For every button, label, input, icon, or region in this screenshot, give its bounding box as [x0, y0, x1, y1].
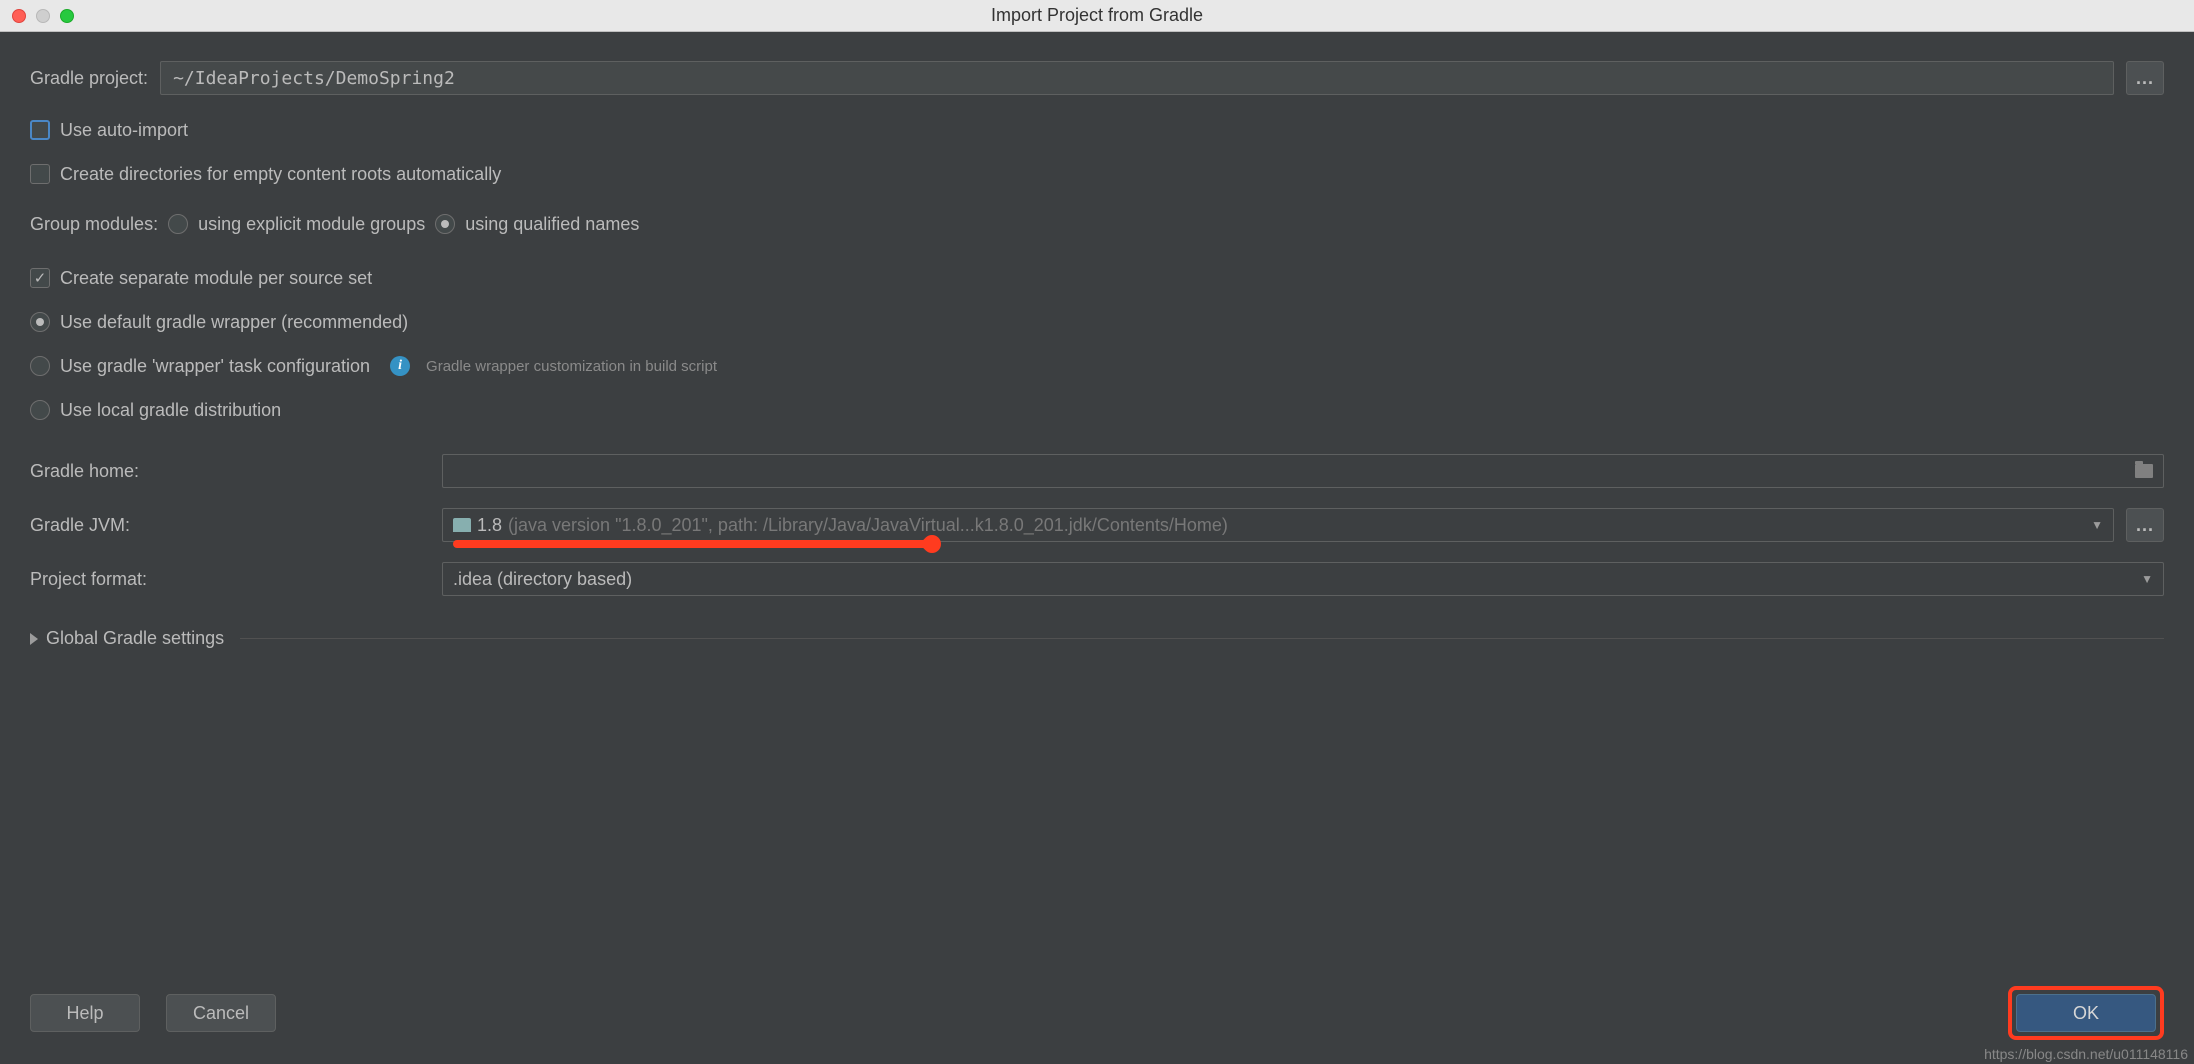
zoom-window-button[interactable]	[60, 9, 74, 23]
group-explicit-label: using explicit module groups	[198, 214, 425, 235]
annotation-highlight: OK	[2008, 986, 2164, 1040]
info-icon[interactable]: i	[390, 356, 410, 376]
wrapper-local-radio[interactable]	[30, 400, 50, 420]
create-dirs-checkbox[interactable]	[30, 164, 50, 184]
wrapper-task-radio[interactable]	[30, 356, 50, 376]
gradle-jvm-combo[interactable]: 1.8 (java version "1.8.0_201", path: /Li…	[442, 508, 2114, 542]
traffic-lights	[12, 9, 74, 23]
auto-import-label: Use auto-import	[60, 120, 188, 141]
group-qualified-radio[interactable]	[435, 214, 455, 234]
global-gradle-settings-toggle[interactable]: Global Gradle settings	[30, 628, 2164, 649]
ok-button[interactable]: OK	[2016, 994, 2156, 1032]
wrapper-local-label: Use local gradle distribution	[60, 400, 281, 421]
gradle-project-input[interactable]	[160, 61, 2114, 95]
group-modules-label: Group modules:	[30, 214, 158, 235]
separate-module-checkbox[interactable]	[30, 268, 50, 288]
gradle-jvm-label: Gradle JVM:	[30, 515, 430, 536]
gradle-jvm-browse-button[interactable]: ...	[2126, 508, 2164, 542]
global-gradle-settings-label: Global Gradle settings	[46, 628, 224, 649]
disclosure-triangle-icon	[30, 633, 38, 645]
titlebar[interactable]: Import Project from Gradle	[0, 0, 2194, 32]
project-format-value: .idea (directory based)	[453, 569, 632, 590]
separator	[240, 638, 2164, 639]
help-button[interactable]: Help	[30, 994, 140, 1032]
wrapper-default-label: Use default gradle wrapper (recommended)	[60, 312, 408, 333]
gradle-jvm-version: 1.8	[477, 515, 502, 536]
minimize-window-button	[36, 9, 50, 23]
close-window-button[interactable]	[12, 9, 26, 23]
chevron-down-icon: ▼	[2091, 518, 2103, 532]
gradle-project-browse-button[interactable]: ...	[2126, 61, 2164, 95]
annotation-underline	[453, 540, 933, 548]
wrapper-task-hint: Gradle wrapper customization in build sc…	[426, 358, 717, 375]
group-qualified-label: using qualified names	[465, 214, 639, 235]
folder-icon	[2135, 464, 2153, 478]
gradle-project-label: Gradle project:	[30, 68, 148, 89]
chevron-down-icon: ▼	[2141, 572, 2153, 586]
project-format-combo[interactable]: .idea (directory based) ▼	[442, 562, 2164, 596]
gradle-home-input	[442, 454, 2164, 488]
wrapper-default-radio[interactable]	[30, 312, 50, 332]
project-format-label: Project format:	[30, 569, 430, 590]
group-explicit-radio[interactable]	[168, 214, 188, 234]
auto-import-checkbox[interactable]	[30, 120, 50, 140]
separate-module-label: Create separate module per source set	[60, 268, 372, 289]
wrapper-task-label: Use gradle 'wrapper' task configuration	[60, 356, 370, 377]
window-title: Import Project from Gradle	[991, 5, 1203, 26]
folder-icon	[453, 518, 471, 532]
gradle-jvm-detail: (java version "1.8.0_201", path: /Librar…	[508, 515, 1228, 536]
gradle-home-label: Gradle home:	[30, 461, 430, 482]
cancel-button[interactable]: Cancel	[166, 994, 276, 1032]
watermark: https://blog.csdn.net/u011148116	[1984, 1046, 2188, 1062]
create-dirs-label: Create directories for empty content roo…	[60, 164, 501, 185]
